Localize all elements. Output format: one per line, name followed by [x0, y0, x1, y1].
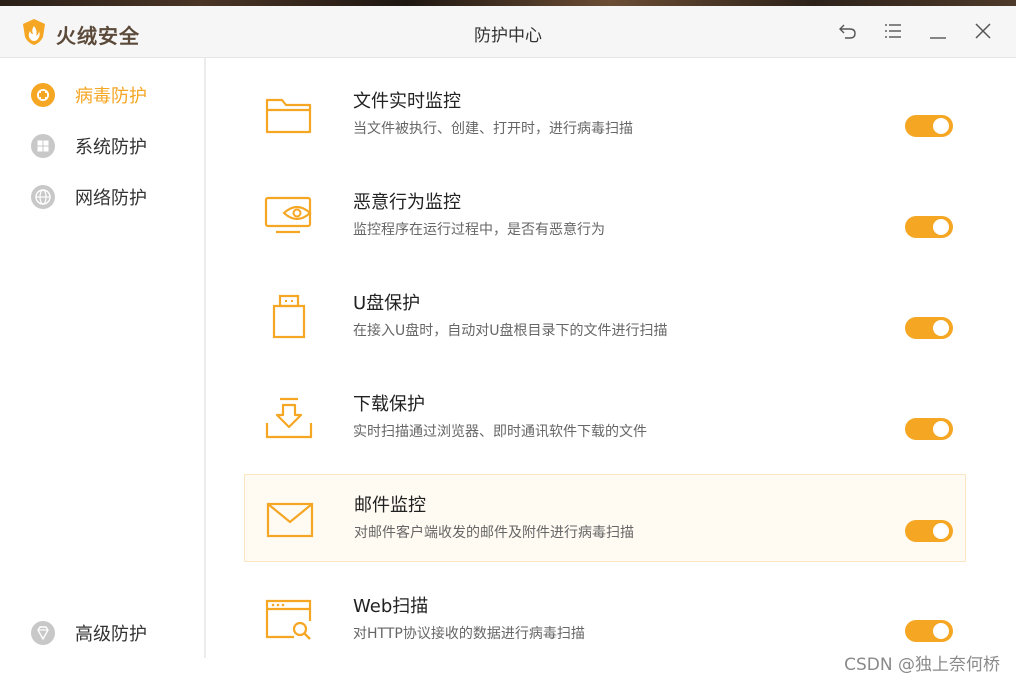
- toggle-switch[interactable]: [905, 620, 953, 642]
- toggle-switch[interactable]: [905, 520, 953, 542]
- sidebar-item-virus-protection[interactable]: 病毒防护: [30, 80, 147, 110]
- feature-title: 邮件监控: [354, 495, 426, 516]
- feature-title: 文件实时监控: [353, 91, 461, 112]
- sidebar-item-network-protection[interactable]: 网络防护: [30, 182, 147, 212]
- download-icon: [265, 397, 313, 439]
- feature-title: Web扫描: [353, 596, 429, 617]
- feature-title: 恶意行为监控: [353, 192, 461, 213]
- window-title: 防护中心: [474, 26, 542, 46]
- toggle-knob: [933, 523, 949, 539]
- toggle-knob: [933, 320, 949, 336]
- toggle-knob: [933, 118, 949, 134]
- toggle-switch[interactable]: [905, 216, 953, 238]
- feature-desc: 在接入U盘时，自动对U盘根目录下的文件进行扫描: [353, 323, 668, 339]
- feature-desc: 对HTTP协议接收的数据进行病毒扫描: [353, 626, 585, 642]
- sidebar-item-system-protection[interactable]: 系统防护: [30, 131, 147, 161]
- toggle-knob: [933, 623, 949, 639]
- usb-drive-icon: [272, 294, 306, 339]
- feature-mail-monitor: 邮件监控 对邮件客户端收发的邮件及附件进行病毒扫描: [244, 474, 966, 562]
- toggle-knob: [933, 219, 949, 235]
- toggle-knob: [933, 421, 949, 437]
- web-scan-icon: [265, 599, 312, 640]
- undo-icon[interactable]: [837, 20, 859, 42]
- close-icon[interactable]: [972, 20, 994, 42]
- toggle-switch[interactable]: [905, 317, 953, 339]
- huorong-logo-icon: [23, 19, 45, 45]
- toggle-switch[interactable]: [905, 418, 953, 440]
- app-brand: 火绒安全: [56, 24, 140, 48]
- feature-desc: 当文件被执行、创建、打开时，进行病毒扫描: [353, 121, 633, 137]
- virus-shield-icon: [31, 83, 55, 107]
- toggle-switch[interactable]: [905, 115, 953, 137]
- feature-desc: 实时扫描通过浏览器、即时通讯软件下载的文件: [353, 424, 647, 440]
- watermark-text: CSDN @独上奈何桥: [844, 655, 1000, 675]
- sidebar-item-label: 高级防护: [75, 624, 147, 645]
- globe-icon: [31, 185, 55, 209]
- diamond-icon: [31, 621, 55, 645]
- sidebar: 病毒防护 系统防护 网络防护 高级防护: [0, 58, 206, 658]
- feature-title: U盘保护: [353, 293, 421, 314]
- folder-icon: [265, 98, 312, 134]
- sidebar-item-label: 病毒防护: [75, 86, 147, 107]
- mail-icon: [266, 502, 314, 538]
- windows-icon: [31, 134, 55, 158]
- minimize-icon[interactable]: [927, 20, 949, 42]
- monitor-eye-icon: [264, 196, 312, 234]
- sidebar-item-advanced-protection[interactable]: 高级防护: [30, 618, 147, 648]
- feature-download-protection: 下载保护 实时扫描通过浏览器、即时通讯软件下载的文件: [244, 375, 966, 461]
- sidebar-item-label: 系统防护: [75, 137, 147, 158]
- title-bar: 火绒安全 防护中心: [0, 6, 1016, 58]
- feature-desc: 对邮件客户端收发的邮件及附件进行病毒扫描: [354, 525, 634, 541]
- sidebar-item-label: 网络防护: [75, 188, 147, 209]
- feature-malicious-behavior-monitor: 恶意行为监控 监控程序在运行过程中，是否有恶意行为: [244, 173, 966, 259]
- feature-file-realtime-monitor: 文件实时监控 当文件被执行、创建、打开时，进行病毒扫描: [244, 72, 966, 158]
- feature-title: 下载保护: [353, 394, 425, 415]
- menu-icon[interactable]: [882, 20, 904, 42]
- feature-usb-protection: U盘保护 在接入U盘时，自动对U盘根目录下的文件进行扫描: [244, 274, 966, 360]
- feature-desc: 监控程序在运行过程中，是否有恶意行为: [353, 222, 605, 238]
